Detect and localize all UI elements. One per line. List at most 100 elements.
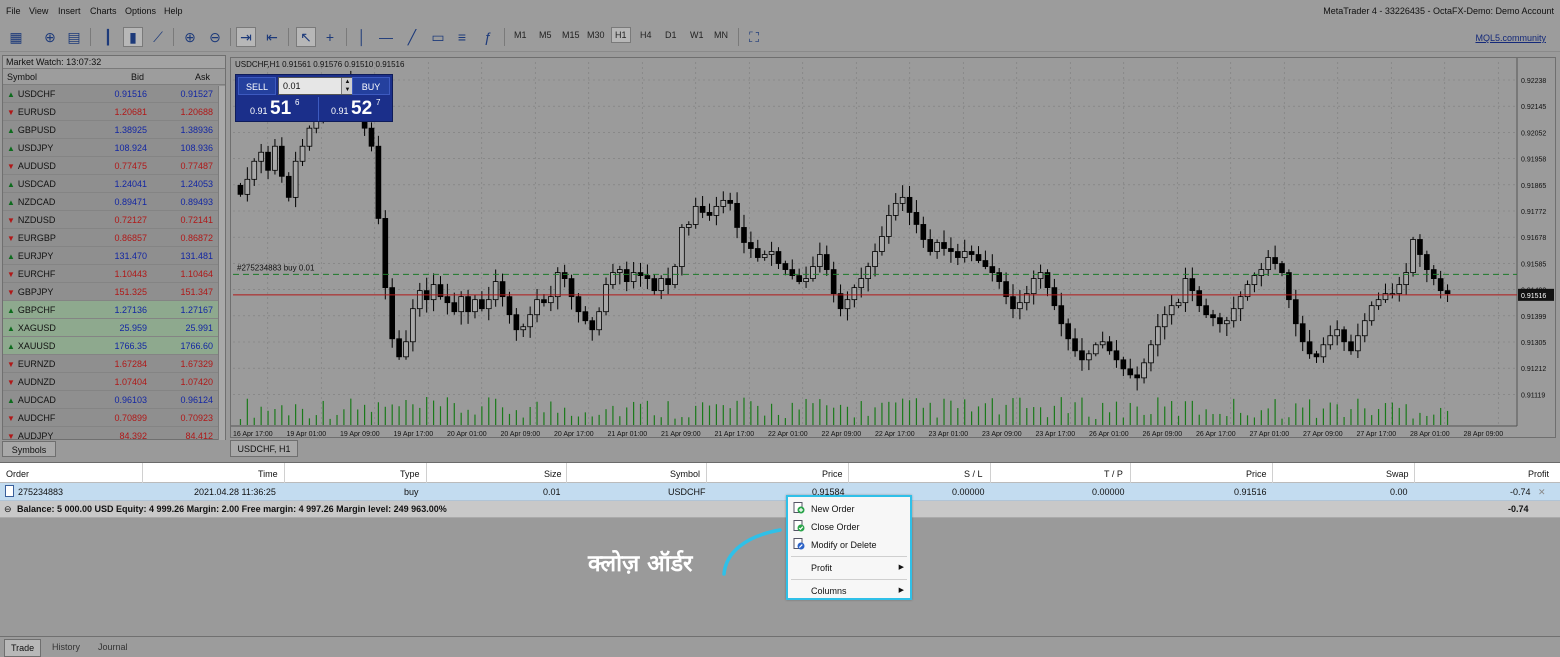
new-chart-icon[interactable]: ▦ — [6, 27, 26, 47]
market-watch-row[interactable]: ▲ XAUUSD 1766.35 1766.60 — [3, 337, 225, 355]
th-symbol[interactable]: Symbol — [670, 469, 700, 479]
menu-new-order[interactable]: New Order — [788, 500, 910, 517]
sell-button[interactable]: SELL — [238, 77, 276, 95]
market-watch-row[interactable]: ▲ XAGUSD 25.959 25.991 — [3, 319, 225, 337]
text-label-icon[interactable]: ▭ — [428, 27, 448, 47]
market-watch-row[interactable]: ▲ AUDCAD 0.96103 0.96124 — [3, 391, 225, 409]
buy-button[interactable]: BUY — [352, 77, 390, 95]
collapse-icon[interactable]: ⊖ — [4, 504, 12, 515]
candle-body — [541, 299, 547, 304]
market-watch-row[interactable]: ▼ AUDUSD 0.77475 0.77487 — [3, 157, 225, 175]
market-watch-row[interactable]: ▲ NZDCAD 0.89471 0.89493 — [3, 193, 225, 211]
symbols-tab[interactable]: Symbols — [2, 441, 56, 457]
chart-window[interactable]: 0.92238 0.92145 0.92052 0.91958 0.91865 0.917… — [230, 57, 1556, 438]
fullscreen-icon[interactable]: ⛶ — [744, 27, 764, 47]
candle-body — [368, 127, 375, 147]
market-watch-row[interactable]: ▼ AUDNZD 1.07404 1.07420 — [3, 373, 225, 391]
th-price[interactable]: Price — [822, 469, 843, 479]
bid-price-tile[interactable]: 0.91 51 6 — [238, 97, 314, 121]
order-row[interactable]: 275234883 2021.04.28 11:36:25 buy 0.01 U… — [0, 483, 1560, 501]
chart-tab-usdchf[interactable]: USDCHF, H1 — [230, 440, 298, 457]
market-watch-row[interactable]: ▲ USDJPY 108.924 108.936 — [3, 139, 225, 157]
candle-body — [1086, 353, 1092, 361]
candle-body — [299, 145, 306, 162]
chart-shift-icon[interactable]: ⇤ — [262, 27, 282, 47]
th-profit[interactable]: Profit — [1528, 469, 1549, 479]
fibonacci-icon[interactable]: ≡ — [452, 27, 472, 47]
th-tp[interactable]: T / P — [1104, 469, 1123, 479]
cursor-icon[interactable]: ↖ — [296, 27, 316, 47]
tab-history[interactable]: History — [46, 639, 86, 655]
symbol-name: NZDUSD — [17, 215, 56, 225]
col-symbol[interactable]: Symbol — [7, 72, 37, 82]
th-type[interactable]: Type — [400, 469, 420, 479]
mql5-community-link[interactable]: MQL5.community — [1475, 33, 1546, 43]
candlestick-icon[interactable]: ▮ — [123, 27, 143, 47]
market-watch-icon[interactable]: ▤ — [64, 27, 84, 47]
trendline-icon[interactable]: ╱ — [402, 27, 422, 47]
bar-chart-icon[interactable]: ┃ — [98, 27, 118, 47]
menu-view[interactable]: View — [29, 6, 48, 16]
horizontal-line-icon[interactable]: — — [376, 27, 396, 47]
zoom-out-icon[interactable]: ⊖ — [205, 27, 225, 47]
market-watch-row[interactable]: ▼ AUDCHF 0.70899 0.70923 — [3, 409, 225, 427]
zoom-in-icon[interactable]: ⊕ — [180, 27, 200, 47]
candle-body — [934, 242, 940, 252]
th-time[interactable]: Time — [258, 469, 278, 479]
market-watch-row[interactable]: ▼ EURNZD 1.67284 1.67329 — [3, 355, 225, 373]
tf-h4[interactable]: H4 — [640, 30, 652, 40]
tf-d1[interactable]: D1 — [665, 30, 677, 40]
market-watch-row[interactable]: ▲ USDCHF 0.91516 0.91527 — [3, 85, 225, 103]
indicators-icon[interactable]: ƒ — [478, 27, 498, 47]
crosshair-icon[interactable]: + — [320, 27, 340, 47]
market-watch-scrollbar[interactable] — [218, 86, 225, 440]
th-swap[interactable]: Swap — [1386, 469, 1409, 479]
menu-profit[interactable]: Profit ▶ — [788, 559, 910, 576]
menu-columns[interactable]: Columns ▶ — [788, 582, 910, 599]
market-watch-row[interactable]: ▼ EURGBP 0.86857 0.86872 — [3, 229, 225, 247]
market-watch-row[interactable]: ▼ GBPJPY 151.325 151.347 — [3, 283, 225, 301]
tf-m5[interactable]: M5 — [539, 30, 552, 40]
tf-mn[interactable]: MN — [714, 30, 728, 40]
menu-charts[interactable]: Charts — [90, 6, 117, 16]
tab-trade[interactable]: Trade — [4, 639, 42, 657]
market-watch-row[interactable]: ▼ EURCHF 1.10443 1.10464 — [3, 265, 225, 283]
th-sl[interactable]: S / L — [964, 469, 983, 479]
tf-w1[interactable]: W1 — [690, 30, 704, 40]
candle-body — [485, 299, 492, 310]
tf-h1[interactable]: H1 — [611, 27, 631, 43]
col-ask[interactable]: Ask — [195, 72, 210, 82]
col-bid[interactable]: Bid — [131, 72, 144, 82]
tf-m1[interactable]: M1 — [514, 30, 527, 40]
market-watch-row[interactable]: ▲ GBPUSD 1.38925 1.38936 — [3, 121, 225, 139]
vertical-line-icon[interactable]: │ — [352, 27, 372, 47]
ask-price-tile[interactable]: 0.91 52 7 — [318, 97, 394, 121]
market-watch-row[interactable]: ▼ NZDUSD 0.72127 0.72141 — [3, 211, 225, 229]
line-chart-icon[interactable]: ⟋ — [148, 27, 168, 47]
menu-file[interactable]: File — [6, 6, 21, 16]
market-watch-row[interactable]: ▲ EURJPY 131.470 131.481 — [3, 247, 225, 265]
market-watch-row[interactable]: ▲ USDCAD 1.24041 1.24053 — [3, 175, 225, 193]
market-watch-row[interactable]: ▼ AUDJPY 84.392 84.412 — [3, 427, 225, 439]
menu-options[interactable]: Options — [125, 6, 156, 16]
candlestick-chart[interactable]: 0.922380.921450.920520.919580.918650.917… — [231, 58, 1556, 438]
market-watch-row[interactable]: ▲ GBPCHF 1.27136 1.27167 — [3, 301, 225, 319]
menu-help[interactable]: Help — [164, 6, 183, 16]
lot-size-input[interactable]: 0.01 ▲ ▼ — [278, 77, 354, 95]
bid-cell: 0.86857 — [114, 233, 147, 243]
profiles-icon[interactable]: ⊕ — [40, 27, 60, 47]
tf-m30[interactable]: M30 — [587, 30, 605, 40]
menu-close-order[interactable]: Close Order — [788, 518, 910, 535]
market-watch-row[interactable]: ▼ EURUSD 1.20681 1.20688 — [3, 103, 225, 121]
th-current-price[interactable]: Price — [1246, 469, 1267, 479]
th-order[interactable]: Order — [6, 469, 29, 479]
menu-insert[interactable]: Insert — [58, 6, 81, 16]
tf-m15[interactable]: M15 — [562, 30, 580, 40]
th-size[interactable]: Size — [544, 469, 562, 479]
tab-journal[interactable]: Journal — [92, 639, 134, 655]
menu-modify-delete[interactable]: Modify or Delete — [788, 536, 910, 553]
close-order-x-icon[interactable]: ✕ — [1538, 487, 1546, 498]
price-tick-label: 0.91772 — [1521, 209, 1546, 216]
auto-scroll-icon[interactable]: ⇥ — [236, 27, 256, 47]
symbol-name: EURGBP — [17, 233, 56, 243]
